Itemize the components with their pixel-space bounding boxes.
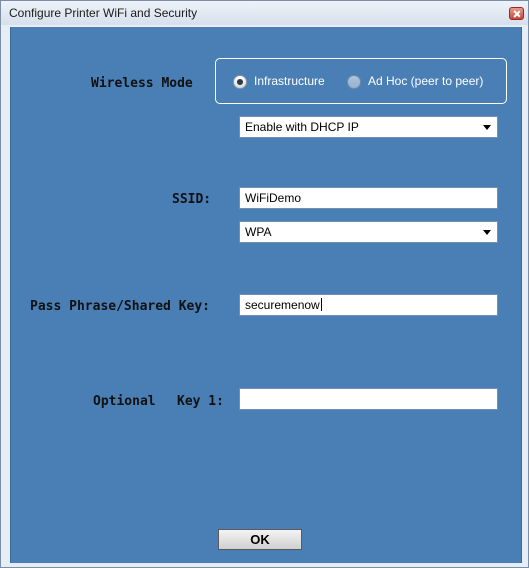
key1-input[interactable]: [239, 388, 498, 410]
pass-phrase-value: securemenow: [245, 298, 320, 312]
window-title: Configure Printer WiFi and Security: [9, 6, 198, 20]
wireless-mode-label: Wireless Mode: [91, 76, 193, 91]
ip-mode-dropdown[interactable]: Enable with DHCP IP: [239, 116, 498, 138]
chevron-down-icon[interactable]: [483, 125, 491, 130]
ssid-value: WiFiDemo: [245, 191, 301, 205]
radio-ad-hoc-label[interactable]: Ad Hoc (peer to peer): [368, 74, 483, 88]
pass-phrase-input[interactable]: securemenow: [239, 294, 498, 316]
radio-ad-hoc[interactable]: [347, 75, 361, 89]
text-cursor: [320, 298, 322, 311]
ssid-input[interactable]: WiFiDemo: [239, 187, 498, 209]
security-value: WPA: [245, 225, 272, 239]
security-dropdown[interactable]: WPA: [239, 221, 498, 243]
chevron-down-icon[interactable]: [483, 230, 491, 235]
ip-mode-value: Enable with DHCP IP: [245, 120, 359, 134]
ok-button[interactable]: OK: [218, 529, 302, 550]
title-bar[interactable]: Configure Printer WiFi and Security: [1, 1, 528, 25]
dialog-content: Wireless Mode Infrastructure Ad Hoc (pee…: [10, 27, 522, 563]
ssid-label: SSID:: [172, 192, 212, 207]
radio-infrastructure[interactable]: [233, 75, 247, 89]
dialog-window: Configure Printer WiFi and Security Wire…: [0, 0, 529, 568]
optional-label: Optional: [93, 394, 156, 409]
key1-label: Key 1:: [177, 394, 224, 409]
pass-phrase-label: Pass Phrase/Shared Key:: [30, 299, 211, 314]
wireless-mode-group: Infrastructure Ad Hoc (peer to peer): [215, 58, 507, 104]
radio-infrastructure-label[interactable]: Infrastructure: [254, 74, 325, 88]
close-icon[interactable]: [509, 7, 524, 20]
